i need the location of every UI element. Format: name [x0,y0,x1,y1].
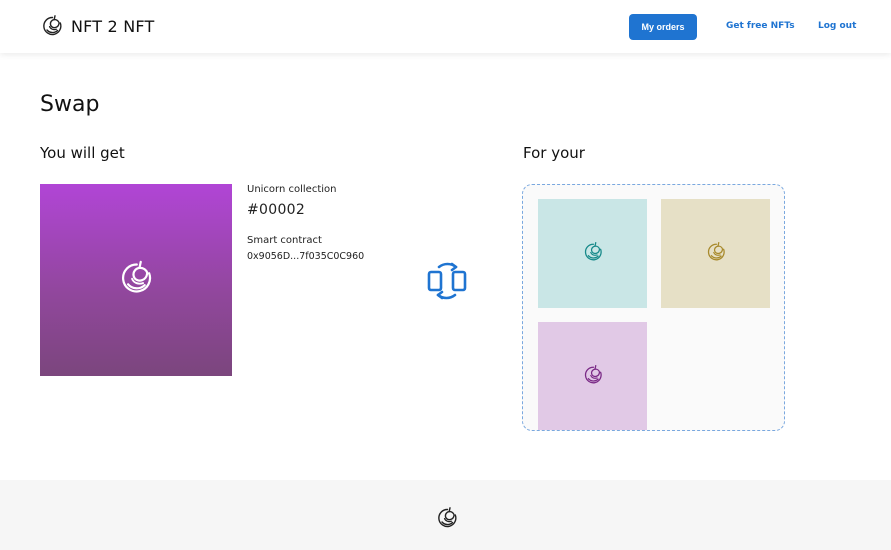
smart-contract-address: 0x9056D...7f035C0C960 [247,251,365,262]
you-will-get-heading: You will get [40,144,125,162]
get-free-nfts-link[interactable]: Get free NFTs [726,21,795,31]
swap-arrows-icon [427,262,467,300]
my-orders-button[interactable]: My orders [629,14,697,40]
logout-link[interactable]: Log out [818,21,856,31]
brand-name: NFT 2 NFT [71,16,155,36]
brand-logo[interactable]: NFT 2 NFT [40,14,154,38]
your-nft-tile-teal[interactable] [538,199,647,308]
unicorn-icon [705,241,727,267]
page-footer [0,480,891,550]
unicorn-icon [117,259,155,301]
unicorn-icon [582,241,604,267]
your-nft-selection-box[interactable] [522,184,785,431]
your-nft-tile-lilac[interactable] [538,322,647,430]
page-title: Swap [40,92,100,117]
for-your-heading: For your [523,144,585,162]
unicorn-icon [582,364,604,390]
nft-token-id: #00002 [247,202,306,218]
unicorn-logo-icon [40,14,64,38]
smart-contract-label: Smart contract [247,235,322,246]
nft-collection-name: Unicorn collection [247,184,337,195]
target-nft-image [40,184,232,376]
top-navbar: NFT 2 NFT My orders Get free NFTs Log ou… [0,0,891,53]
unicorn-logo-icon [435,506,459,530]
your-nft-tile-beige[interactable] [661,199,770,308]
